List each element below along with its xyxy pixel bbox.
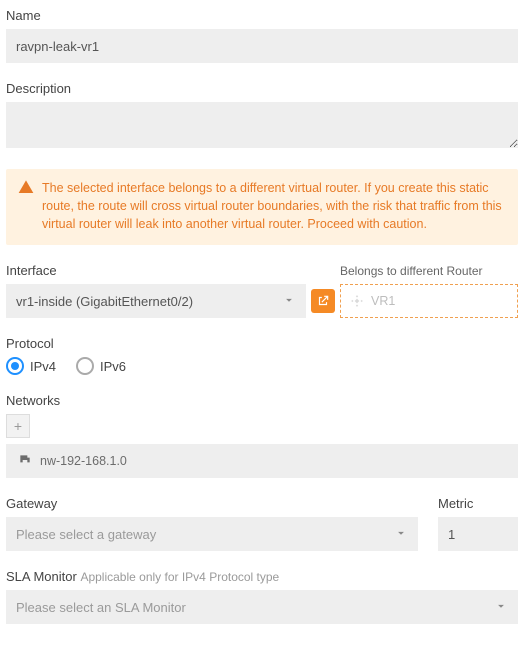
warning-alert: The selected interface belongs to a diff… [6,169,518,245]
network-item-name: nw-192-168.1.0 [40,454,127,468]
sla-hint: Applicable only for IPv4 Protocol type [80,570,279,584]
network-item[interactable]: nw-192-168.1.0 [6,444,518,478]
name-input[interactable] [6,29,518,63]
belongs-to-label: Belongs to different Router [340,264,518,278]
router-icon [349,293,365,309]
radio-unselected-icon [76,357,94,375]
interface-selected-value: vr1-inside (GigabitEthernet0/2) [16,294,193,309]
protocol-ipv6-label: IPv6 [100,359,126,374]
protocol-ipv4-label: IPv4 [30,359,56,374]
gateway-label: Gateway [6,496,418,511]
add-network-button[interactable]: + [6,414,30,438]
description-label: Description [6,81,518,96]
metric-label: Metric [438,496,518,511]
chevron-down-icon [282,293,296,310]
name-label: Name [6,8,518,23]
chevron-down-icon [394,526,408,543]
sla-monitor-select[interactable]: Please select an SLA Monitor [6,590,518,624]
sla-monitor-label: SLA Monitor Applicable only for IPv4 Pro… [6,569,518,584]
radio-selected-icon [6,357,24,375]
network-object-icon [18,453,32,470]
protocol-ipv4-radio[interactable]: IPv4 [6,357,56,375]
route-leak-icon[interactable] [311,289,335,313]
sla-placeholder: Please select an SLA Monitor [16,600,186,615]
router-box: VR1 [340,284,518,318]
router-name: VR1 [371,294,395,308]
networks-label: Networks [6,393,518,408]
plus-icon: + [14,418,22,434]
interface-select[interactable]: vr1-inside (GigabitEthernet0/2) [6,284,306,318]
chevron-down-icon [494,599,508,616]
protocol-label: Protocol [6,336,518,351]
gateway-placeholder: Please select a gateway [16,527,156,542]
description-textarea[interactable] [6,102,518,148]
gateway-select[interactable]: Please select a gateway [6,517,418,551]
warning-triangle-icon [18,179,34,195]
metric-input[interactable] [438,517,518,551]
warning-text: The selected interface belongs to a diff… [42,179,506,233]
protocol-ipv6-radio[interactable]: IPv6 [76,357,126,375]
interface-label: Interface [6,263,306,278]
